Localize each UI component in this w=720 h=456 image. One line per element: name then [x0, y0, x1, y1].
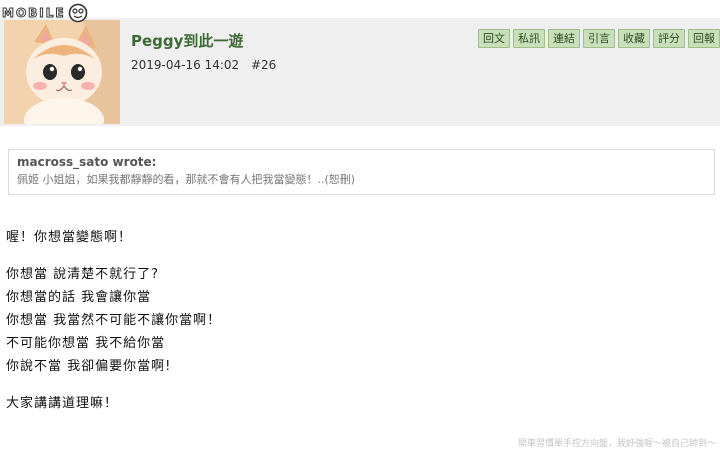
post-line: 大家講講道理嘛！: [6, 396, 119, 411]
quote-text: 佩姬 小姐姐，如果我都靜靜的看，那就不會有人把我當變態！..(恕刪): [17, 173, 356, 186]
post-line: 你想當 我當然不可能不讓你當啊！: [6, 313, 222, 328]
logo-text: MOBILE: [2, 6, 66, 21]
link-button[interactable]: 連結: [548, 29, 580, 48]
quote-button[interactable]: 引言: [583, 29, 615, 48]
post-line: 不可能你想當 我不給你當: [6, 336, 166, 351]
rate-button[interactable]: 評分: [653, 29, 685, 48]
post-line: 你說不當 我卻偏要你當啊!: [6, 359, 172, 374]
post-meta: 2019-04-16 14:02 #26: [131, 58, 284, 72]
avatar[interactable]: [4, 20, 120, 124]
user-signature: 開車習慣單手控方向盤，我好強喔～被自己帥到～: [517, 439, 716, 449]
favorite-button[interactable]: 收藏: [618, 29, 650, 48]
post-action-toolbar: 回文 私訊 連結 引言 收藏 評分 回報: [478, 29, 720, 48]
smiley-face-icon: [68, 3, 87, 23]
post-body: 喔！你想當變態啊！ 你想當 說清楚不就行了? 你想當的話 我會讓你當 你想當 我…: [6, 226, 221, 415]
post-line: 你想當的話 我會讓你當: [6, 290, 152, 305]
cat-avatar-image: [4, 20, 120, 124]
private-message-button[interactable]: 私訊: [513, 29, 545, 48]
report-button[interactable]: 回報: [688, 29, 720, 48]
site-logo[interactable]: MOBILE: [2, 3, 88, 23]
post-timestamp: 2019-04-16 14:02: [131, 58, 240, 72]
quote-block: macross_sato wrote: 佩姬 小姐姐，如果我都靜靜的看，那就不會…: [8, 149, 715, 195]
username-link[interactable]: Peggy到此一遊: [131, 30, 243, 51]
reply-button[interactable]: 回文: [478, 29, 510, 48]
post-line: 你想當 說清楚不就行了?: [6, 267, 160, 282]
post-line: 喔！你想當變態啊！: [6, 230, 133, 245]
post-floor-number[interactable]: #26: [251, 58, 276, 72]
quote-author: macross_sato wrote:: [17, 155, 157, 169]
